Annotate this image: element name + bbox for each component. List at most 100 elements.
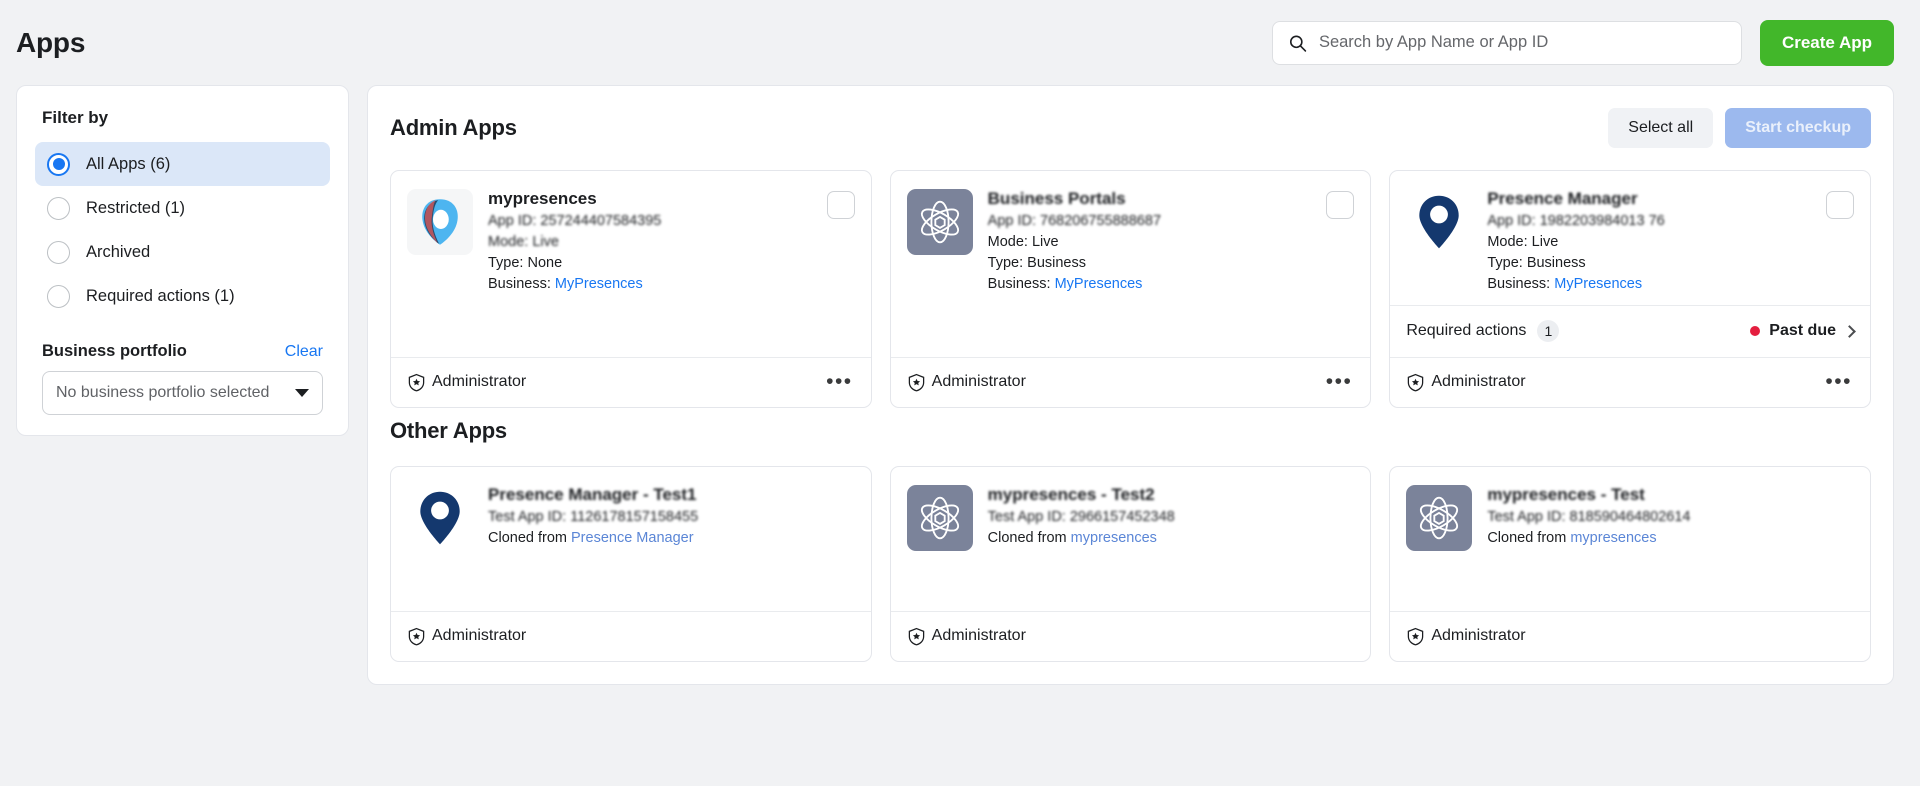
ellipsis-icon[interactable]: ••• bbox=[1324, 371, 1355, 394]
app-select-checkbox[interactable] bbox=[1825, 191, 1854, 219]
status-badge: Past due bbox=[1750, 322, 1856, 340]
sidebar-item-label: All Apps (6) bbox=[86, 154, 171, 173]
app-business-link[interactable]: MyPresences bbox=[555, 276, 643, 292]
test-app-id: Test App ID: 818590464802614 bbox=[1487, 508, 1691, 525]
ellipsis-icon[interactable]: ••• bbox=[824, 371, 855, 394]
app-card[interactable]: mypresences - Test2 Test App ID: 2966157… bbox=[889, 465, 1372, 662]
page-title: Apps bbox=[16, 26, 86, 58]
app-card[interactable]: mypresences - Test Test App ID: 81859046… bbox=[1389, 465, 1871, 662]
sidebar-item-archived[interactable]: Archived bbox=[35, 230, 330, 274]
cloned-from-link[interactable]: Presence Manager bbox=[571, 530, 694, 546]
app-select-checkbox[interactable] bbox=[826, 191, 855, 219]
role-label: Administrator bbox=[931, 627, 1026, 645]
role-badge: Administrator bbox=[1406, 373, 1526, 392]
role-badge: Administrator bbox=[407, 373, 526, 392]
apps-panel: Admin Apps Select all Start checkup mypr… bbox=[367, 85, 1894, 685]
map-pin-logo bbox=[407, 485, 473, 551]
required-actions-row[interactable]: Required actions 1 Past due bbox=[1390, 304, 1870, 357]
other-apps-grid: Presence Manager - Test1 Test App ID: 11… bbox=[390, 465, 1871, 662]
sidebar-item-label: Archived bbox=[86, 242, 151, 261]
search-input[interactable] bbox=[1271, 20, 1742, 65]
cloned-from-link[interactable]: mypresences bbox=[1071, 530, 1157, 546]
test-app-id: Test App ID: 2966157452348 bbox=[987, 508, 1175, 525]
app-type: Type: Business bbox=[1487, 254, 1586, 271]
shield-star-icon bbox=[908, 627, 924, 646]
radio-restricted[interactable] bbox=[47, 196, 70, 220]
sidebar-item-all-apps[interactable]: All Apps (6) bbox=[35, 142, 330, 186]
business-portfolio-value: No business portfolio selected bbox=[56, 384, 270, 401]
app-logo-icon bbox=[920, 496, 959, 540]
admin-apps-title: Admin Apps bbox=[390, 115, 517, 140]
role-label: Administrator bbox=[1431, 627, 1526, 645]
app-mode: Mode: Live bbox=[987, 233, 1059, 250]
app-card-footer: Administrator ••• bbox=[1390, 356, 1870, 407]
shield-star-icon bbox=[1408, 627, 1424, 646]
admin-apps-header: Admin Apps Select all Start checkup bbox=[390, 108, 1871, 148]
app-card-info: Presence Manager - Test1 Test App ID: 11… bbox=[488, 485, 855, 601]
app-card-body: Presence Manager App ID: 1982203984013 7… bbox=[1390, 171, 1870, 305]
app-logo-icon bbox=[920, 200, 959, 244]
role-label: Administrator bbox=[432, 373, 527, 391]
body-wrap: Filter by All Apps (6) Restricted (1) Ar… bbox=[0, 85, 1920, 685]
map-pin-logo bbox=[1406, 189, 1472, 255]
app-logo-icon bbox=[1420, 496, 1459, 540]
app-card[interactable]: Business Portals App ID: 768206755888687… bbox=[889, 170, 1372, 408]
app-business-link[interactable]: MyPresences bbox=[1055, 276, 1143, 292]
chevron-right-icon bbox=[1843, 324, 1856, 338]
radio-required-actions[interactable] bbox=[47, 284, 70, 308]
cloned-from: Cloned from Presence Manager bbox=[488, 528, 855, 549]
app-logo-icon bbox=[422, 199, 458, 245]
filter-heading: Filter by bbox=[42, 108, 109, 127]
app-id: App ID: 257244407584395 bbox=[488, 212, 662, 229]
app-card-footer: Administrator bbox=[391, 610, 871, 661]
app-card-body: mypresences App ID: 257244407584395 Mode… bbox=[391, 171, 871, 357]
shield-star-icon bbox=[1408, 373, 1424, 392]
app-card-footer: Administrator bbox=[1390, 610, 1870, 661]
clear-filter-link[interactable]: Clear bbox=[285, 343, 323, 361]
role-badge: Administrator bbox=[1406, 627, 1526, 646]
app-business-prefix: Business: bbox=[1487, 275, 1555, 292]
app-card-info: mypresences - Test2 Test App ID: 2966157… bbox=[988, 485, 1355, 601]
header-actions: Create App bbox=[1271, 19, 1894, 66]
app-card-footer: Administrator bbox=[890, 610, 1371, 661]
cloned-from: Cloned from mypresences bbox=[988, 528, 1355, 549]
start-checkup-button[interactable]: Start checkup bbox=[1725, 108, 1871, 148]
cloned-from: Cloned from mypresences bbox=[1487, 528, 1854, 549]
other-apps-header: Other Apps bbox=[390, 418, 1871, 444]
sidebar-item-restricted[interactable]: Restricted (1) bbox=[35, 186, 330, 230]
business-portfolio-select[interactable]: No business portfolio selected bbox=[42, 371, 323, 415]
other-apps-title: Other Apps bbox=[390, 417, 507, 443]
shield-star-icon bbox=[408, 627, 425, 646]
radio-all-apps[interactable] bbox=[47, 152, 70, 176]
app-card[interactable]: Presence Manager - Test1 Test App ID: 11… bbox=[390, 465, 872, 662]
sidebar-item-required-actions[interactable]: Required actions (1) bbox=[35, 274, 330, 318]
app-card-body: mypresences - Test2 Test App ID: 2966157… bbox=[891, 467, 1371, 611]
app-business-link[interactable]: MyPresences bbox=[1554, 276, 1642, 292]
app-card[interactable]: Presence Manager App ID: 1982203984013 7… bbox=[1389, 170, 1871, 408]
app-card-body: Presence Manager - Test1 Test App ID: 11… bbox=[391, 467, 871, 611]
ellipsis-icon[interactable]: ••• bbox=[1823, 371, 1854, 394]
app-name: mypresences bbox=[488, 189, 597, 208]
page-header: Apps Create App bbox=[0, 0, 1920, 85]
app-card[interactable]: mypresences App ID: 257244407584395 Mode… bbox=[390, 170, 872, 408]
create-app-button[interactable]: Create App bbox=[1759, 19, 1894, 66]
select-all-button[interactable]: Select all bbox=[1608, 108, 1714, 148]
shield-star-icon bbox=[908, 373, 924, 392]
cloned-from-prefix: Cloned from bbox=[1487, 529, 1571, 546]
app-select-checkbox[interactable] bbox=[1326, 191, 1355, 219]
app-name: Business Portals bbox=[987, 189, 1126, 208]
atom-cube-logo bbox=[906, 189, 973, 255]
role-badge: Administrator bbox=[907, 627, 1026, 646]
app-name: Presence Manager bbox=[1487, 189, 1638, 208]
required-actions-label: Required actions bbox=[1406, 322, 1527, 340]
filter-sidebar: Filter by All Apps (6) Restricted (1) Ar… bbox=[16, 85, 349, 436]
shield-star-icon bbox=[408, 373, 425, 392]
search-box[interactable] bbox=[1271, 20, 1742, 65]
radio-archived[interactable] bbox=[47, 240, 70, 264]
cloned-from-prefix: Cloned from bbox=[488, 529, 572, 546]
app-name: mypresences - Test bbox=[1487, 484, 1645, 504]
sidebar-item-label: Required actions (1) bbox=[86, 286, 235, 305]
app-mode: Mode: Live bbox=[1487, 233, 1559, 250]
cloned-from-link[interactable]: mypresences bbox=[1570, 530, 1656, 546]
chevron-down-icon bbox=[295, 389, 309, 397]
